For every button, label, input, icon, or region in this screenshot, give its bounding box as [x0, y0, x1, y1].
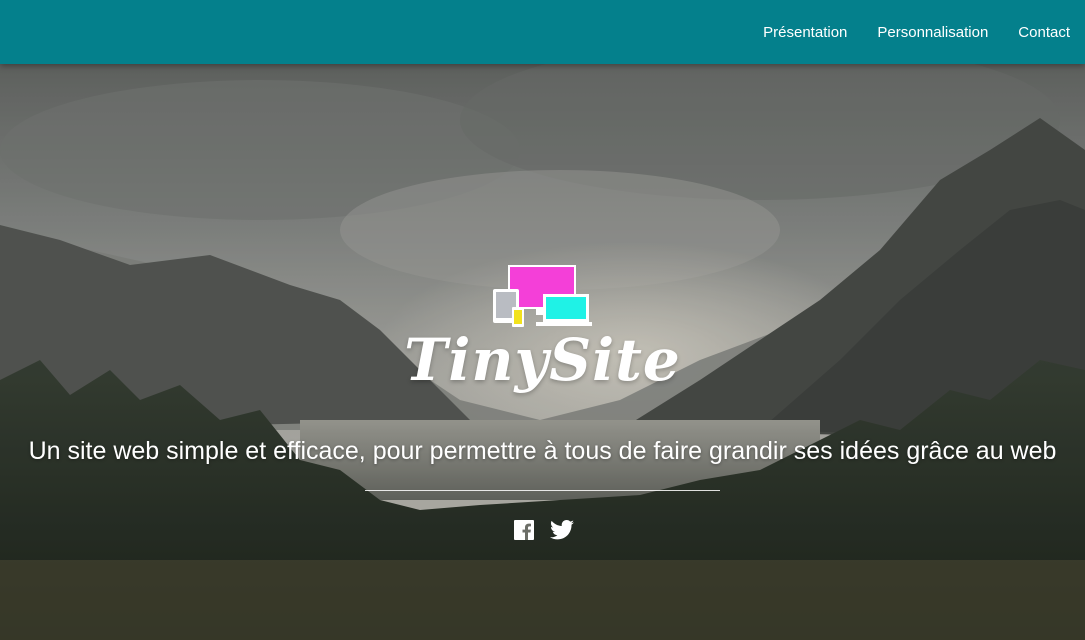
nav-link-contact[interactable]: Contact [1018, 24, 1070, 41]
social-links [0, 518, 1085, 542]
nav-link-personnalisation[interactable]: Personnalisation [877, 24, 988, 41]
hero-divider [365, 490, 720, 491]
nav-link-presentation[interactable]: Présentation [763, 24, 847, 41]
brand-title: TinySite [404, 326, 681, 394]
hero-tagline: Un site web simple et efficace, pour per… [28, 437, 1057, 465]
nav-links: Présentation Personnalisation Contact [733, 0, 1070, 64]
devices-logo [492, 264, 594, 328]
page: Présentation Personnalisation Contact Ti… [0, 0, 1085, 640]
top-navbar: Présentation Personnalisation Contact [0, 0, 1085, 64]
facebook-icon[interactable] [512, 518, 536, 542]
twitter-icon[interactable] [549, 518, 574, 542]
